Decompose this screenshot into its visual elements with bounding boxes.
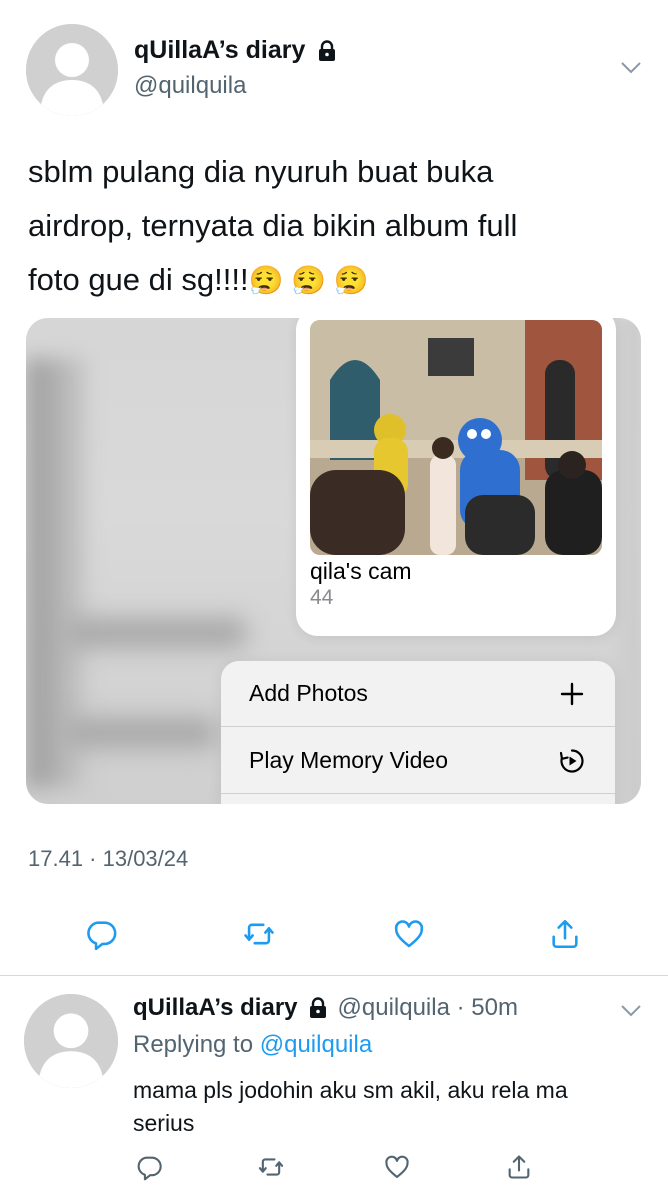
menu-item-add-photos[interactable]: Add Photos	[221, 661, 615, 727]
author-display-name[interactable]: qUillaA’s diary	[134, 36, 305, 65]
reply-handle-time[interactable]: @quilquila · 50m	[338, 994, 518, 1022]
default-avatar-icon	[24, 994, 118, 1088]
reply-button[interactable]	[82, 915, 120, 953]
replying-mention-link[interactable]: @quilquila	[260, 1031, 372, 1058]
reply-button[interactable]	[130, 1148, 168, 1186]
tweet-text-line: foto gue di sg!!!!😮‍💨 😮‍💨 😮‍💨	[28, 253, 638, 308]
replying-prefix: Replying to	[133, 1031, 254, 1058]
like-button[interactable]	[390, 915, 428, 953]
reply-header: qUillaA’s diary @quilquila · 50m	[133, 994, 518, 1022]
share-button[interactable]	[546, 915, 584, 953]
tweet-text-segment: foto gue di sg!!!!	[28, 262, 249, 297]
lock-icon	[315, 39, 339, 63]
memory-play-icon	[559, 748, 585, 774]
emoji: 😮‍💨 😮‍💨 😮‍💨	[248, 265, 369, 296]
plus-icon	[559, 681, 585, 707]
menu-item-label: Play Memory Video	[249, 747, 448, 773]
tweet-actions	[0, 915, 668, 955]
retweet-icon	[258, 1158, 284, 1176]
author-handle[interactable]: @quilquila	[134, 72, 246, 100]
tweet-media[interactable]: qila's cam 44 Add Photos Play Memory Vid…	[26, 318, 641, 804]
lock-icon	[306, 996, 330, 1020]
divider	[0, 975, 668, 976]
context-menu: Add Photos Play Memory Video	[221, 661, 615, 804]
avatar[interactable]	[24, 994, 118, 1088]
default-avatar-icon	[26, 24, 118, 116]
reply-icon	[87, 921, 117, 951]
album-count: 44	[310, 586, 334, 609]
reply-icon	[137, 1156, 162, 1181]
album-cover-photo	[310, 320, 602, 555]
tweet-text-line: airdrop, ternyata dia bikin album full	[28, 208, 518, 243]
retweet-button[interactable]	[240, 915, 278, 953]
tweet-timestamp[interactable]: 17.41 · 13/03/24	[28, 846, 188, 872]
avatar[interactable]	[26, 24, 118, 116]
blurred-background	[66, 618, 246, 648]
chevron-down-icon[interactable]	[620, 61, 642, 75]
reply-author-name[interactable]: qUillaA’s diary	[133, 994, 298, 1022]
author-name-row: qUillaA’s diary	[134, 36, 339, 65]
blurred-background	[66, 718, 216, 748]
share-icon	[508, 1155, 530, 1179]
reply-text: mama pls jodohin aku sm akil, aku rela m…	[133, 1077, 568, 1136]
share-button[interactable]	[500, 1148, 538, 1186]
chevron-down-icon[interactable]	[620, 1004, 642, 1018]
like-button[interactable]	[378, 1148, 416, 1186]
share-icon	[552, 919, 578, 949]
album-card: qila's cam 44	[296, 318, 616, 636]
menu-item-play-memory-video[interactable]: Play Memory Video	[221, 728, 615, 794]
replying-to: Replying to @quilquila	[133, 1031, 372, 1059]
like-icon	[385, 1155, 409, 1178]
reply-actions	[0, 1148, 668, 1188]
menu-item-label: Add Photos	[249, 680, 368, 706]
tweet-text: sblm pulang dia nyuruh buat buka airdrop…	[28, 145, 638, 308]
tweet-text-line: sblm pulang dia nyuruh buat buka	[28, 154, 494, 189]
retweet-button[interactable]	[252, 1148, 290, 1186]
like-icon	[394, 920, 424, 948]
album-title: qila's cam	[310, 558, 412, 584]
retweet-icon	[244, 923, 274, 945]
